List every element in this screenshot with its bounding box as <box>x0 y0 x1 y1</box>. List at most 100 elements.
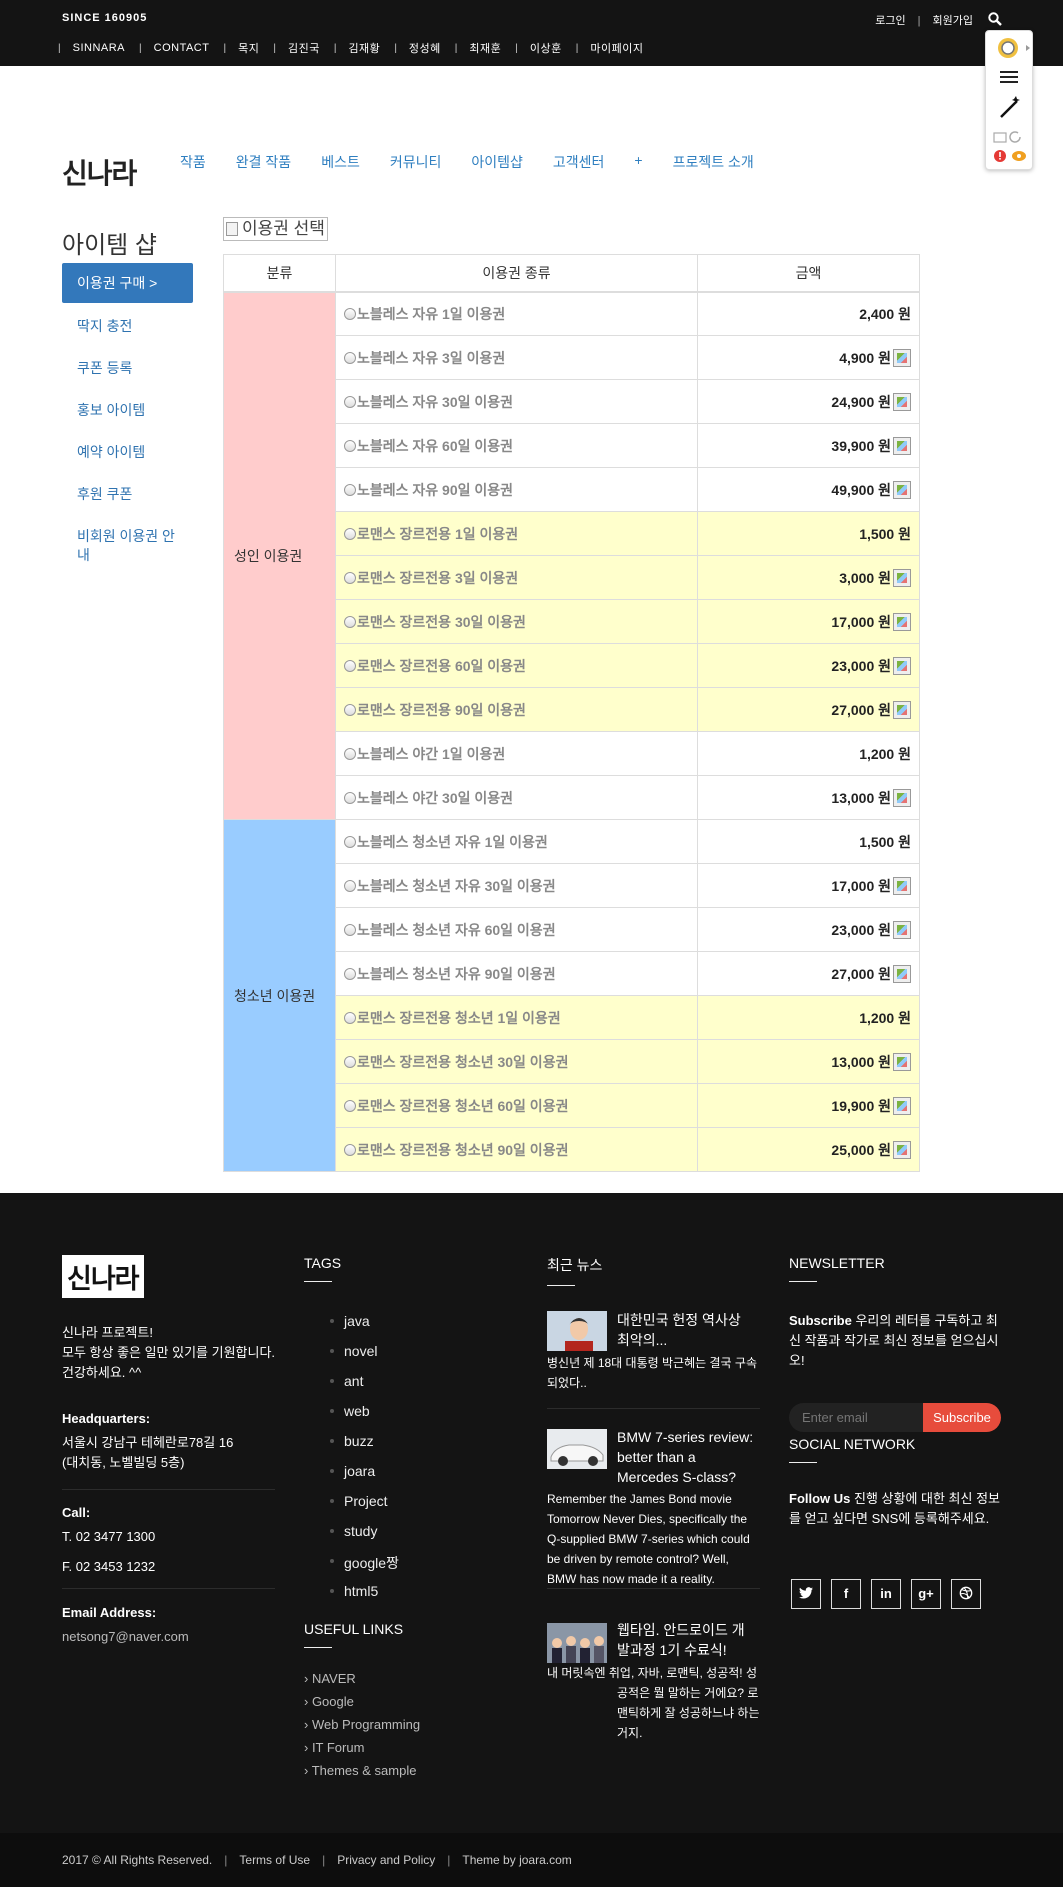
refresh-icon[interactable] <box>1009 131 1021 143</box>
pass-radio[interactable] <box>344 703 356 716</box>
useful-link[interactable]: › Themes & sample <box>304 1763 420 1786</box>
magic-wand-icon[interactable] <box>1000 96 1020 118</box>
news-thumbnail[interactable] <box>547 1623 607 1663</box>
privacy-link[interactable]: Privacy and Policy <box>337 1853 435 1867</box>
sidebar-item[interactable]: 비회원 이용권 안내 <box>77 527 187 565</box>
tag-item[interactable]: novel <box>330 1343 399 1373</box>
tag-item[interactable]: joara <box>330 1463 399 1493</box>
news-thumbnail[interactable] <box>547 1311 607 1351</box>
pass-radio[interactable] <box>344 1011 356 1024</box>
pass-radio[interactable] <box>344 527 356 540</box>
sidebar-item[interactable]: 쿠폰 등록 <box>77 359 187 378</box>
news-headline[interactable]: 웹타임. 안드로이드 개발과정 1기 수료식! <box>617 1620 757 1660</box>
about-line: 건강하세요. ^^ <box>62 1365 142 1380</box>
useful-links-title: USEFUL LINKS <box>304 1621 404 1637</box>
dribbble-icon[interactable] <box>951 1579 981 1609</box>
main-nav-item[interactable]: 작품 <box>180 152 206 172</box>
main-nav-item[interactable]: + <box>634 152 642 172</box>
pass-radio[interactable] <box>344 1055 356 1068</box>
top-nav-item[interactable]: | CONTACT <box>139 42 223 54</box>
call-label: Call: <box>62 1505 91 1520</box>
footer-logo[interactable]: 신나라 <box>62 1255 144 1298</box>
email-address[interactable]: netsong7@naver.com <box>62 1627 277 1647</box>
top-nav-item[interactable]: | 김진국 <box>273 40 333 56</box>
tag-item[interactable]: study <box>330 1523 399 1553</box>
subscribe-button[interactable]: Subscribe <box>923 1403 1001 1432</box>
useful-link[interactable]: › IT Forum <box>304 1740 420 1763</box>
theme-link[interactable]: Theme by joara.com <box>462 1853 571 1867</box>
top-nav-item[interactable]: | 김재황 <box>334 40 394 56</box>
alert-icon[interactable] <box>994 150 1006 162</box>
site-logo[interactable]: 신나라 <box>62 152 137 192</box>
pass-radio[interactable] <box>344 835 356 848</box>
pass-radio[interactable] <box>344 879 356 892</box>
facebook-icon[interactable]: f <box>831 1579 861 1609</box>
extension-logo-icon[interactable] <box>998 38 1030 58</box>
newsletter-column: NEWSLETTER <box>789 1255 885 1282</box>
tag-item[interactable]: google짱 <box>330 1553 399 1583</box>
main-nav-item[interactable]: 커뮤니티 <box>390 152 442 172</box>
table-row[interactable]: 청소년 이용권 노블레스 청소년 자유 1일 이용권 1,500 원 <box>223 819 920 1172</box>
useful-link[interactable]: › NAVER <box>304 1671 420 1694</box>
useful-link[interactable]: › Google <box>304 1694 420 1717</box>
newsletter-email-input[interactable] <box>789 1403 925 1432</box>
signup-link[interactable]: 회원가입 <box>933 15 973 27</box>
twitter-icon[interactable] <box>791 1579 821 1609</box>
since-label: SINCE 160905 <box>62 12 148 24</box>
tag-item[interactable]: java <box>330 1313 399 1343</box>
news-thumbnail[interactable] <box>547 1429 607 1469</box>
pass-radio[interactable] <box>344 351 356 364</box>
tag-item[interactable]: web <box>330 1403 399 1433</box>
search-icon[interactable] <box>988 12 1002 26</box>
main-nav-item[interactable]: 고객센터 <box>553 152 605 172</box>
login-link[interactable]: 로그인 <box>875 15 905 27</box>
pass-radio[interactable] <box>344 747 356 760</box>
top-nav-item[interactable]: | 최재훈 <box>455 40 515 56</box>
pass-radio[interactable] <box>344 439 356 452</box>
sidebar-item[interactable]: 후원 쿠폰 <box>77 485 187 504</box>
pass-radio[interactable] <box>344 1099 356 1112</box>
pass-radio[interactable] <box>344 483 356 496</box>
tag-item[interactable]: buzz <box>330 1433 399 1463</box>
main-nav-item[interactable]: 베스트 <box>321 152 360 172</box>
news-excerpt: 내 머릿속엔 취업, 자바, 로맨틱, 성공적! 성공적은 뭘 말하는 거에요?… <box>547 1666 760 1740</box>
sidebar-item-active[interactable]: 이용권 구매 > <box>62 263 193 303</box>
pass-radio[interactable] <box>344 307 356 320</box>
google-plus-icon[interactable]: g+ <box>911 1579 941 1609</box>
pass-radio[interactable] <box>344 791 356 804</box>
pass-radio[interactable] <box>344 615 356 628</box>
pass-radio[interactable] <box>344 571 356 584</box>
eye-icon[interactable] <box>1012 151 1026 161</box>
pass-radio[interactable] <box>344 967 356 980</box>
divider <box>547 1588 760 1589</box>
pass-radio[interactable] <box>344 395 356 408</box>
terms-link[interactable]: Terms of Use <box>239 1853 310 1867</box>
tag-item[interactable]: Project <box>330 1493 399 1523</box>
top-nav-label: 마이페이지 <box>590 43 644 55</box>
news-headline[interactable]: 대한민국 헌정 역사상 최악의... <box>617 1310 757 1350</box>
tag-item[interactable]: html5 <box>330 1583 399 1613</box>
pass-radio[interactable] <box>344 659 356 672</box>
news-headline[interactable]: BMW 7-series review: better than a Merce… <box>617 1427 757 1487</box>
useful-link[interactable]: › Web Programming <box>304 1717 420 1740</box>
pass-name: 노블레스 자유 3일 이용권 <box>357 349 506 366</box>
sidebar-item[interactable]: 홍보 아이템 <box>77 401 187 420</box>
top-nav-item[interactable]: | SINNARA <box>58 42 139 54</box>
top-nav-item[interactable]: | 이상훈 <box>515 40 575 56</box>
pass-radio[interactable] <box>344 923 356 936</box>
sidebar-item[interactable]: 딱지 충전 <box>77 317 187 336</box>
main-nav-item[interactable]: 프로젝트 소개 <box>673 152 754 172</box>
linkedin-icon[interactable]: in <box>871 1579 901 1609</box>
tag-item[interactable]: ant <box>330 1373 399 1403</box>
menu-icon[interactable] <box>1000 71 1018 83</box>
table-row[interactable]: 성인 이용권 노블레스 자유 1일 이용권 2,400 원 <box>223 291 920 820</box>
main-nav-item[interactable]: 아이템샵 <box>471 152 523 172</box>
top-nav-item[interactable]: | 정성혜 <box>394 40 454 56</box>
top-nav-label: 최재훈 <box>469 43 502 55</box>
top-nav-item[interactable]: | 목지 <box>223 40 273 56</box>
cast-icon[interactable] <box>993 132 1007 143</box>
main-nav-item[interactable]: 완결 작품 <box>236 152 291 172</box>
sidebar-item[interactable]: 예약 아이템 <box>77 443 187 462</box>
pass-radio[interactable] <box>344 1143 356 1156</box>
top-nav-item[interactable]: | 마이페이지 <box>576 40 658 56</box>
